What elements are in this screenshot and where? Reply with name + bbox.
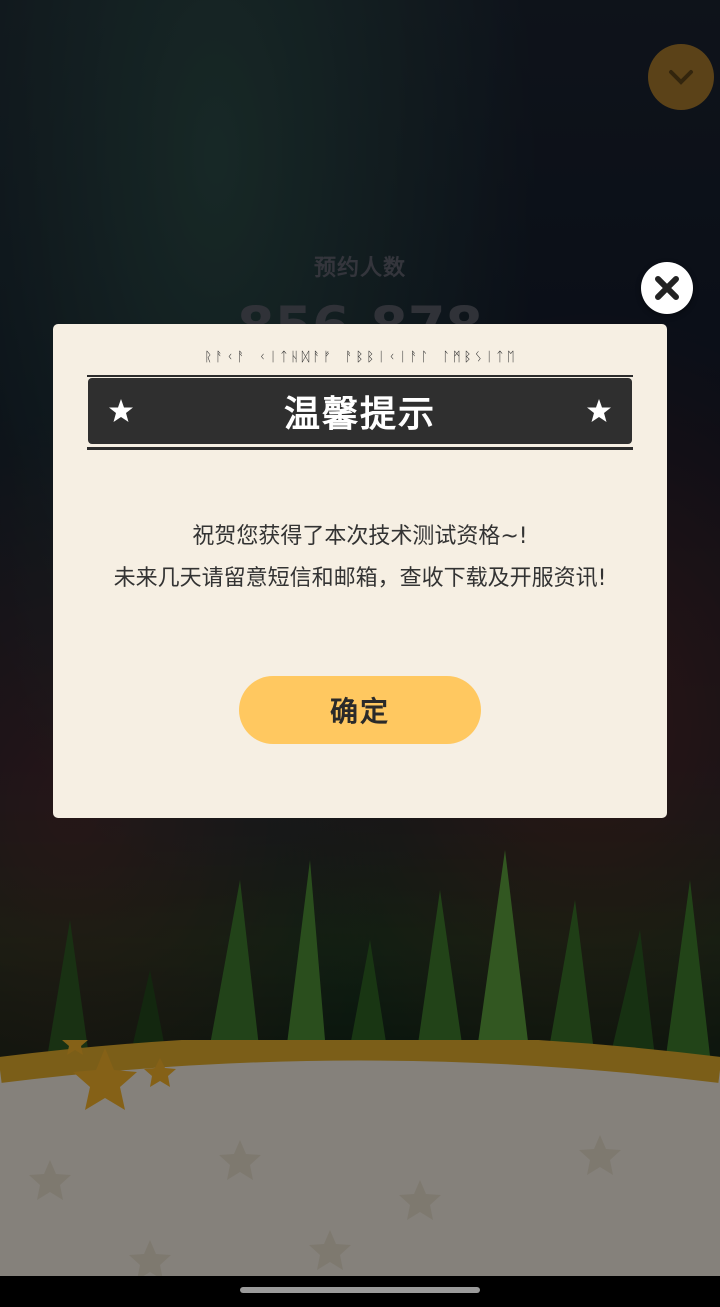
notice-dialog: ᚱᚨᚲᚨ ᚲᛁᛏᚺᛞᚨᚠ ᚨᛒᛒᛁᚲᛁᚨᛚ ᛚᛗᛒᛊᛁᛏᛖ 温馨提示 祝贺您获得… [53,324,667,818]
ground-banner [0,1040,720,1280]
reservation-count: 856,878 [0,292,720,324]
divider [87,375,633,377]
close-icon [655,276,679,300]
star-icon [109,399,133,422]
decorative-rune-text: ᚱᚨᚲᚨ ᚲᛁᛏᚺᛞᚨᚠ ᚨᛒᛒᛁᚲᛁᚨᛚ ᛚᛗᛒᛊᛁᛏᛖ [204,350,518,365]
home-indicator[interactable] [240,1287,480,1293]
dialog-message: 祝贺您获得了本次技术测试资格~! 未来几天请留意短信和邮箱，查收下载及开服资讯! [93,516,627,600]
divider [87,447,633,450]
message-line: 祝贺您获得了本次技术测试资格~! [192,524,528,549]
collapse-button[interactable] [648,44,714,110]
confirm-button[interactable]: 确定 [239,676,481,744]
close-button[interactable] [641,262,693,314]
dialog-title: 温馨提示 [283,394,436,435]
reservation-label: 预约人数 [313,256,406,281]
message-line: 未来几天请留意短信和邮箱，查收下载及开服资讯! [113,566,607,591]
dialog-title-bar: 温馨提示 [88,378,632,444]
chevron-down-icon [669,70,693,85]
star-icon [586,399,611,422]
